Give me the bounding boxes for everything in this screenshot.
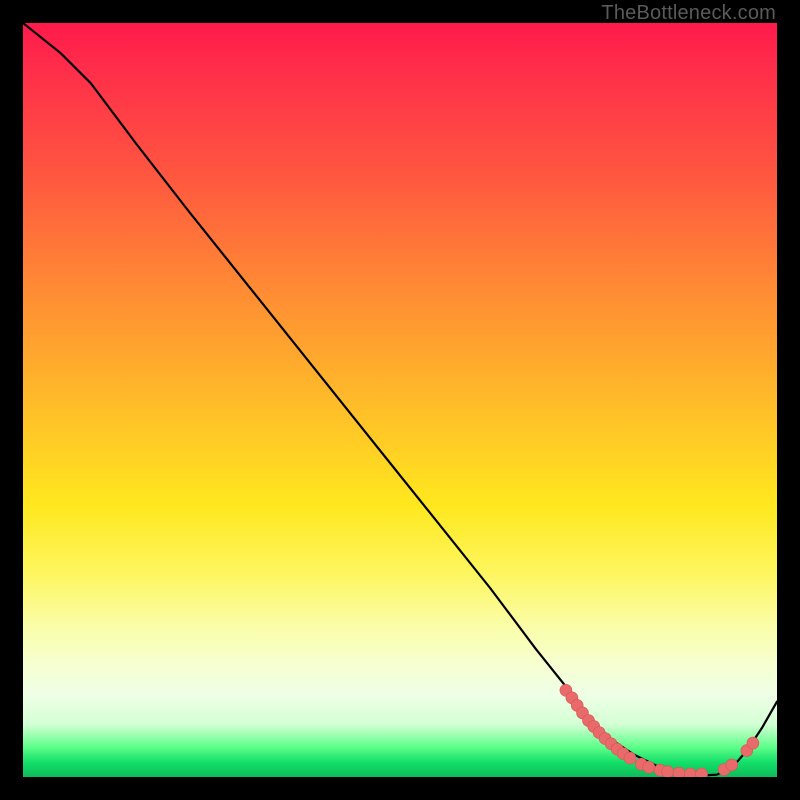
chart-frame: TheBottleneck.com: [0, 0, 800, 800]
data-point: [643, 761, 655, 773]
watermark-text: TheBottleneck.com: [601, 2, 776, 25]
data-point: [662, 766, 674, 777]
curve-layer: [23, 23, 777, 777]
data-point: [747, 737, 759, 749]
data-point: [696, 768, 708, 777]
bottleneck-curve: [23, 23, 777, 776]
data-point: [624, 752, 636, 764]
data-point: [684, 768, 696, 777]
plot-area: [23, 23, 777, 777]
data-point: [673, 767, 685, 777]
data-point: [726, 759, 738, 771]
marker-cluster: [560, 684, 759, 777]
